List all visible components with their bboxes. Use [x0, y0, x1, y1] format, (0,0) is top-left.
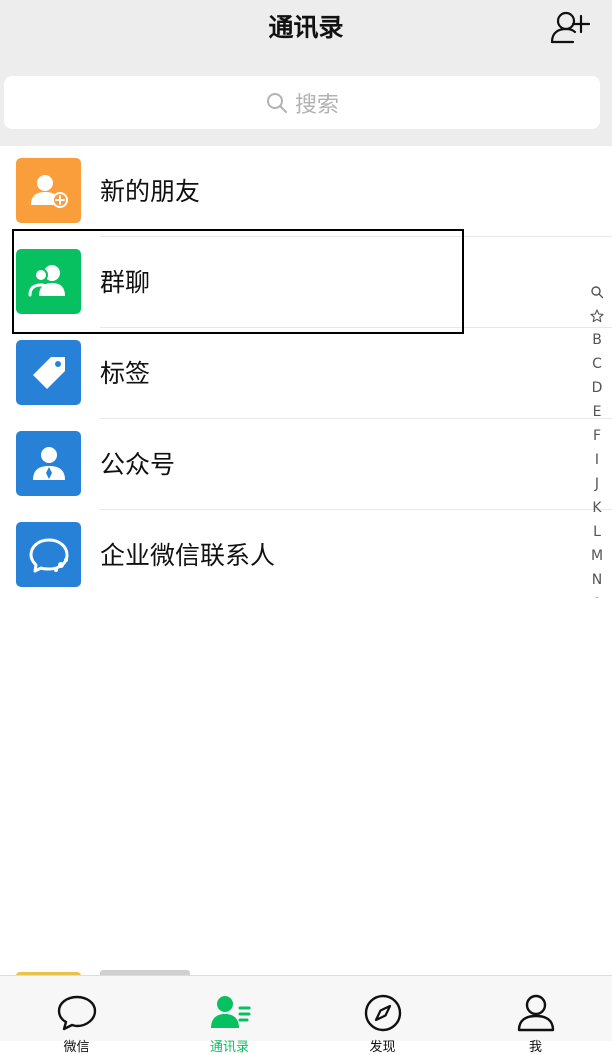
wecom-icon [29, 538, 68, 572]
contacts-list: 新的朋友 群聊 标签 公众号 企业微信联系人 [0, 146, 612, 601]
tab-label: 通讯录 [209, 1040, 249, 1055]
tab-bar: 微信 通讯录 发现 我 [0, 975, 612, 1055]
star-icon [590, 309, 604, 323]
list-item-label: 新的朋友 [100, 177, 201, 206]
index-letter[interactable]: J [584, 472, 610, 496]
index-star[interactable] [584, 304, 610, 328]
add-person-icon [550, 11, 591, 44]
index-letter[interactable]: D [584, 376, 610, 400]
tags-avatar [16, 340, 81, 405]
tag-icon [32, 356, 65, 389]
search-icon [591, 286, 604, 299]
search-input[interactable]: 搜索 [4, 76, 600, 129]
add-contact-button[interactable] [548, 8, 592, 48]
tab-label: 微信 [63, 1040, 90, 1055]
index-letter[interactable]: K [584, 496, 610, 520]
index-letter[interactable]: I [584, 448, 610, 472]
list-item-official-accounts[interactable]: 公众号 [0, 419, 612, 510]
group-chats-avatar [16, 249, 81, 314]
tab-label: 我 [528, 1040, 542, 1055]
header: 通讯录 搜索 [0, 0, 612, 146]
index-letter[interactable]: E [584, 400, 610, 424]
index-letter[interactable]: N [584, 568, 610, 592]
list-item-label: 企业微信联系人 [100, 541, 276, 570]
list-item-wecom-contacts[interactable]: 企业微信联系人 [0, 510, 612, 601]
chat-bubble-icon [57, 995, 96, 1031]
index-search[interactable] [584, 280, 610, 304]
list-item-label: 群聊 [100, 268, 151, 297]
index-letter[interactable]: O [584, 592, 610, 598]
new-friends-avatar [16, 158, 81, 223]
search-icon [266, 92, 287, 113]
list-item-label: 标签 [100, 359, 151, 388]
tab-me[interactable]: 我 [459, 976, 612, 1055]
official-accounts-avatar [16, 431, 81, 496]
list-item-new-friends[interactable]: 新的朋友 [0, 146, 612, 237]
index-letter[interactable]: B [584, 328, 610, 352]
compass-icon [364, 994, 401, 1032]
page-title: 通讯录 [268, 13, 344, 42]
index-letter[interactable]: M [584, 544, 610, 568]
tab-contacts[interactable]: 通讯录 [153, 976, 306, 1055]
index-letter[interactable]: L [584, 520, 610, 544]
alphabet-index[interactable]: B C D E F I J K L M N O [584, 280, 610, 598]
index-letter[interactable]: C [584, 352, 610, 376]
list-item-group-chats[interactable]: 群聊 [0, 237, 612, 328]
tab-chats[interactable]: 微信 [0, 976, 153, 1055]
list-item-label: 公众号 [100, 450, 176, 479]
index-letter[interactable]: F [584, 424, 610, 448]
contacts-icon [210, 996, 250, 1028]
wecom-contacts-avatar [16, 522, 81, 587]
person-icon [517, 994, 554, 1032]
tab-label: 发现 [369, 1040, 396, 1055]
list-item-tags[interactable]: 标签 [0, 328, 612, 419]
official-account-icon [32, 446, 65, 480]
add-friend-icon [30, 174, 68, 208]
tab-discover[interactable]: 发现 [306, 976, 459, 1055]
group-icon [28, 264, 65, 296]
search-placeholder: 搜索 [294, 92, 339, 118]
